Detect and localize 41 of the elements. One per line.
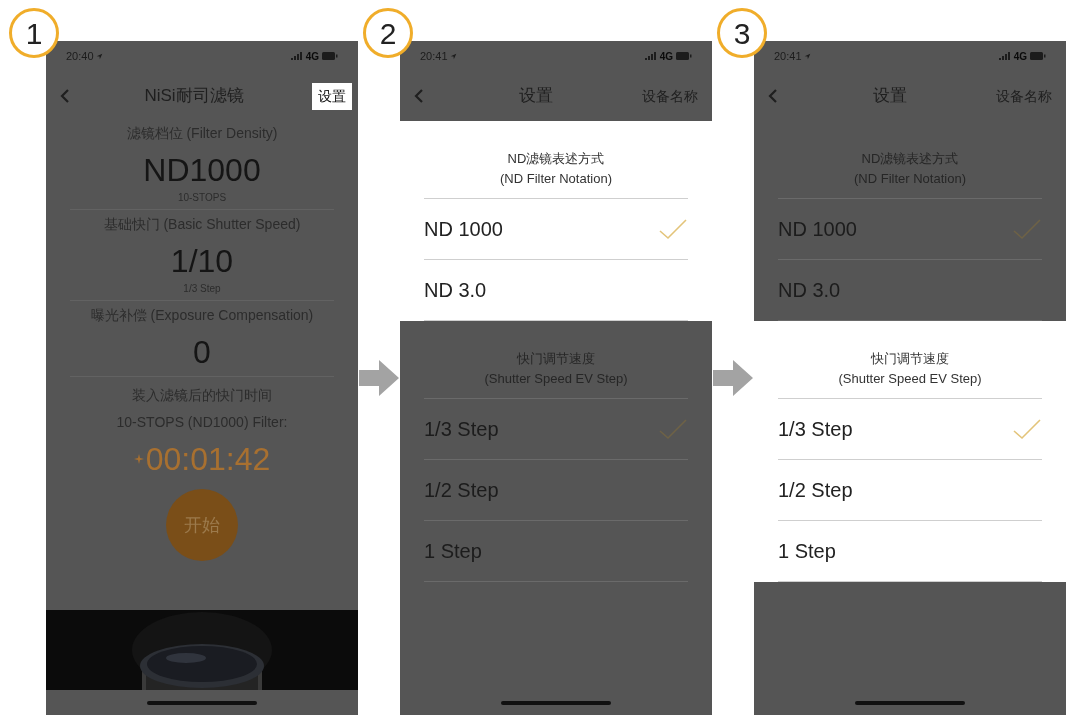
- signal-icon: [290, 52, 303, 60]
- group-subtitle: (Shutter Speed EV Step): [838, 369, 982, 388]
- arrow-icon: [359, 358, 399, 398]
- network-label: 4G: [659, 49, 673, 64]
- status-time: 20:41: [774, 48, 802, 64]
- signal-icon: [998, 52, 1011, 60]
- option-row[interactable]: 1 Step: [778, 521, 1042, 582]
- option-row[interactable]: 1/3 Step: [424, 399, 688, 460]
- network-label: 4G: [1013, 49, 1027, 64]
- back-chevron-icon: [414, 88, 424, 104]
- step-badge: 1: [9, 8, 59, 58]
- option-row[interactable]: 1/3 Step: [778, 399, 1042, 460]
- back-chevron-icon: [768, 88, 778, 104]
- nav-action-button[interactable]: 设置: [312, 82, 352, 110]
- battery-icon: [1030, 52, 1046, 60]
- battery-icon: [676, 52, 692, 60]
- location-arrow-icon: [803, 52, 811, 60]
- back-chevron-icon: [60, 88, 70, 104]
- shutter-time: 00:01:42: [145, 440, 271, 479]
- step-badge: 3: [717, 8, 767, 58]
- arrow-icon: [713, 358, 753, 398]
- battery-icon: [322, 52, 338, 60]
- status-time: 20:41: [420, 48, 448, 64]
- network-label: 4G: [305, 49, 319, 64]
- option-row[interactable]: 1 Step: [424, 521, 688, 582]
- location-arrow-icon: [95, 52, 103, 60]
- step-badge: 2: [363, 8, 413, 58]
- group-subtitle: (ND Filter Notation): [500, 169, 612, 188]
- location-arrow-icon: [449, 52, 457, 60]
- asterisk-icon: [133, 454, 144, 464]
- option-row[interactable]: ND 1000: [424, 199, 688, 260]
- section-value: ND1000: [143, 151, 261, 190]
- option-row[interactable]: 1/2 Step: [778, 460, 1042, 521]
- section-value: 1/10: [170, 242, 234, 281]
- option-row[interactable]: 1/2 Step: [424, 460, 688, 521]
- group-title: 快门调节速度: [871, 350, 949, 368]
- group-title: ND滤镜表述方式: [507, 150, 605, 168]
- section-value: 0: [193, 333, 211, 372]
- status-time: 20:40: [66, 48, 94, 64]
- option-row[interactable]: ND 1000: [778, 199, 1042, 260]
- signal-icon: [644, 52, 657, 60]
